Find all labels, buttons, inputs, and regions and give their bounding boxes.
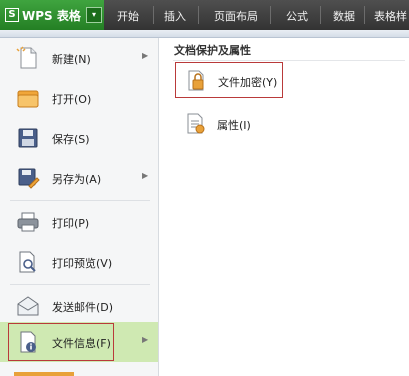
menu-item-label: 保存(S) [52, 133, 90, 146]
save-as-icon [16, 166, 40, 190]
panel-divider [173, 60, 405, 61]
encrypt-file-button[interactable]: 文件加密(Y) [175, 62, 283, 98]
menu-item-print-preview[interactable]: 打印预览(V) [0, 242, 158, 282]
envelope-icon [16, 294, 40, 318]
menu-divider [10, 284, 150, 285]
wps-logo-icon: S [5, 8, 19, 22]
ribbon-toolbar-strip [0, 30, 409, 38]
submenu-arrow-icon: ▶ [142, 335, 149, 344]
menu-item-file-info[interactable]: 文件信息(F) ▶ [0, 322, 158, 362]
menu-item-print[interactable]: 打印(P) [0, 202, 158, 242]
menu-item-send-mail[interactable]: 发送邮件(D) [0, 286, 158, 326]
open-folder-icon [16, 86, 40, 110]
menu-item-label: 另存为(A) [52, 173, 102, 186]
submenu-arrow-icon: ▶ [142, 51, 149, 60]
submenu-panel: 文档保护及属性 文件加密(Y) 属性(I) [159, 38, 409, 376]
menu-item-save[interactable]: 保存(S) [0, 118, 158, 158]
print-preview-icon [16, 250, 40, 274]
menu-item-label: 打开(O) [52, 93, 92, 106]
menu-divider [10, 200, 150, 201]
tab-table-style[interactable]: 表格样 [374, 8, 407, 24]
tab-insert[interactable]: 插入 [164, 8, 186, 24]
app-menu-button[interactable]: S WPS 表格 ▾ [0, 0, 104, 30]
partially-visible-menu-icon [14, 372, 74, 376]
app-title: WPS 表格 [22, 9, 81, 23]
tab-divider [320, 6, 321, 24]
submenu-arrow-icon: ▶ [142, 171, 149, 180]
lock-document-icon [186, 70, 208, 92]
printer-icon [16, 210, 40, 234]
properties-label: 属性(I) [217, 119, 251, 132]
menu-item-label: 新建(N) [52, 53, 91, 66]
tab-divider [270, 6, 271, 24]
ribbon-bar: S WPS 表格 ▾ 开始 插入 页面布局 公式 数据 表格样 [0, 0, 409, 30]
tab-home[interactable]: 开始 [117, 8, 139, 24]
menu-item-label: 发送邮件(D) [52, 301, 114, 314]
menu-item-label: 打印预览(V) [52, 257, 113, 270]
chevron-down-icon[interactable]: ▾ [86, 7, 102, 23]
tab-divider [153, 6, 154, 24]
save-floppy-icon [16, 126, 40, 150]
file-menu: 新建(N) ▶ 打开(O) 保存(S) 另存为(A) ▶ 打印(P) 打印预览(… [0, 38, 159, 376]
menu-item-new[interactable]: 新建(N) ▶ [0, 38, 158, 78]
file-info-icon [16, 330, 40, 354]
menu-item-label: 文件信息(F) [52, 337, 111, 350]
menu-item-label: 打印(P) [52, 217, 90, 230]
menu-item-save-as[interactable]: 另存为(A) ▶ [0, 158, 158, 198]
tab-divider [364, 6, 365, 24]
tab-data[interactable]: 数据 [333, 8, 355, 24]
new-doc-icon [16, 46, 40, 70]
encrypt-file-label: 文件加密(Y) [218, 76, 278, 89]
tab-page-layout[interactable]: 页面布局 [214, 8, 258, 24]
properties-icon [185, 113, 207, 135]
panel-title: 文档保护及属性 [174, 44, 251, 57]
properties-button[interactable]: 属性(I) [175, 106, 283, 140]
tab-divider [198, 6, 199, 24]
menu-item-open[interactable]: 打开(O) [0, 78, 158, 118]
tab-formulas[interactable]: 公式 [286, 8, 308, 24]
